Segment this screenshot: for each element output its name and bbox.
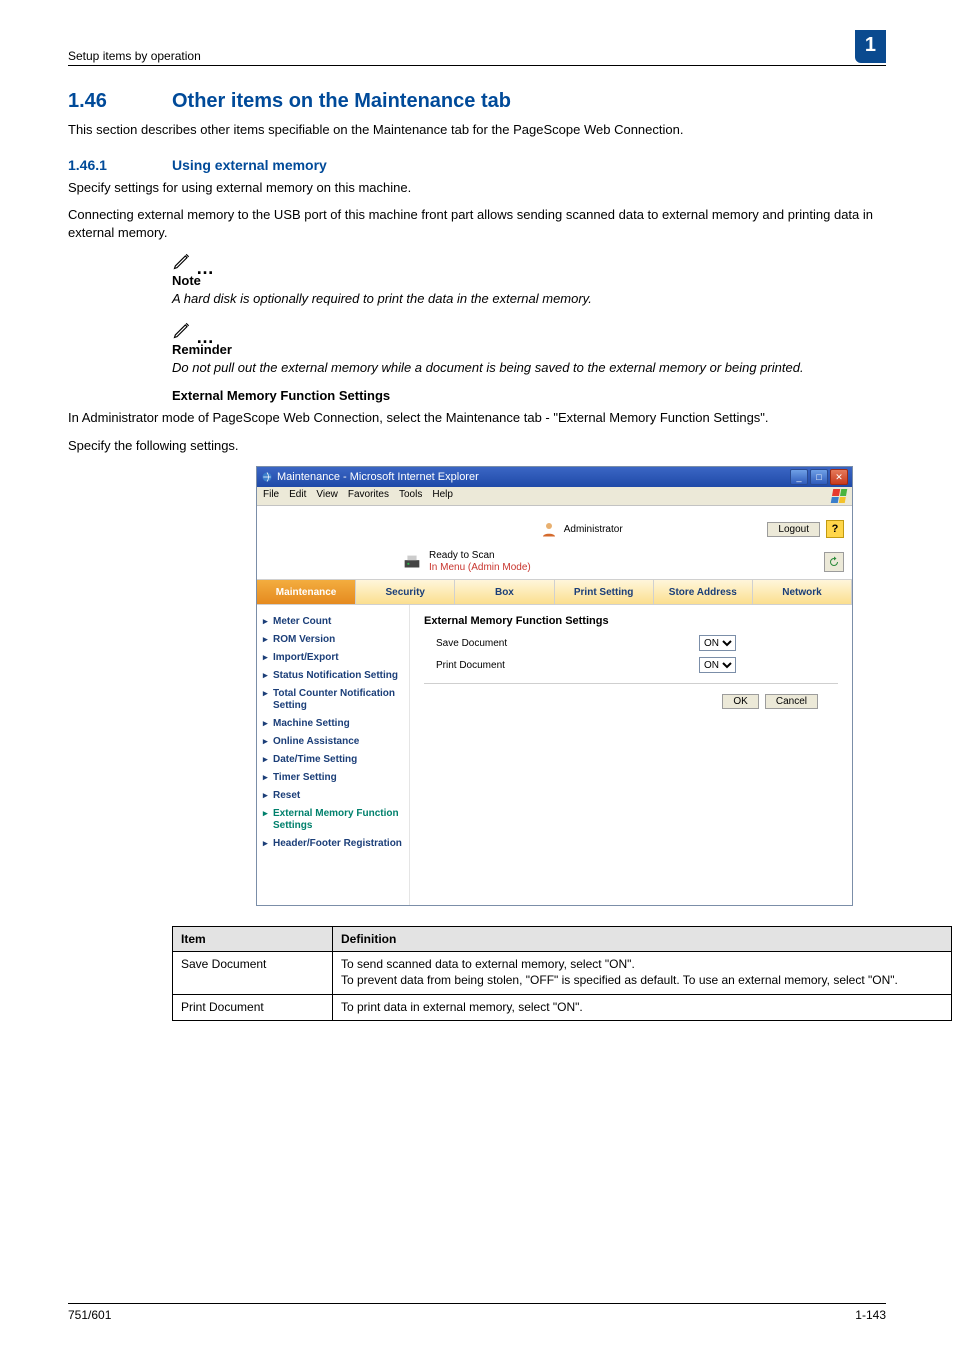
tab-network[interactable]: Network	[753, 580, 852, 604]
cancel-button[interactable]: Cancel	[765, 694, 818, 709]
note-label: Note	[172, 273, 886, 288]
chapter-badge: 1	[855, 30, 886, 63]
save-document-select[interactable]: ON	[699, 635, 736, 651]
reminder-text: Do not pull out the external memory whil…	[172, 359, 886, 377]
menu-edit[interactable]: Edit	[289, 489, 306, 503]
subsection-p1: Specify settings for using external memo…	[68, 179, 886, 197]
table-cell-item: Print Document	[173, 994, 333, 1021]
close-button[interactable]: ✕	[830, 469, 848, 485]
status-mode-text: In Menu (Admin Mode)	[429, 562, 531, 574]
table-cell-definition: To send scanned data to external memory,…	[333, 952, 952, 994]
brand-logo-area	[265, 512, 395, 546]
table-cell-item: Save Document	[173, 952, 333, 994]
table-head-item: Item	[173, 927, 333, 952]
reminder-label: Reminder	[172, 342, 886, 357]
menu-file[interactable]: File	[263, 489, 279, 503]
sidebar-item[interactable]: Machine Setting	[263, 715, 403, 733]
settings-p1: In Administrator mode of PageScope Web C…	[68, 409, 886, 427]
windows-logo-icon	[831, 489, 847, 503]
breadcrumb: Setup items by operation	[68, 49, 201, 63]
browser-menubar[interactable]: File Edit View Favorites Tools Help	[257, 487, 852, 506]
tab-print-setting[interactable]: Print Setting	[555, 580, 654, 604]
printer-status-icon	[401, 551, 423, 573]
menu-help[interactable]: Help	[432, 489, 453, 503]
note-dots-icon: …	[196, 265, 216, 271]
sidebar-item[interactable]: Online Assistance	[263, 733, 403, 751]
note-dots-icon: …	[196, 334, 216, 340]
definition-table: Item Definition Save DocumentTo send sca…	[172, 926, 952, 1021]
subsection-title: Using external memory	[172, 157, 327, 173]
sidebar: Meter CountROM VersionImport/ExportStatu…	[257, 605, 410, 905]
window-title: Maintenance - Microsoft Internet Explore…	[277, 471, 479, 483]
tab-maintenance[interactable]: Maintenance	[257, 580, 356, 604]
footer-left: 751/601	[68, 1308, 111, 1322]
pencil-icon	[172, 251, 192, 271]
tab-security[interactable]: Security	[356, 580, 455, 604]
logout-button[interactable]: Logout	[767, 522, 820, 537]
section-intro: This section describes other items speci…	[68, 121, 886, 139]
tab-box[interactable]: Box	[455, 580, 554, 604]
settings-p2: Specify the following settings.	[68, 437, 886, 455]
tab-store-address[interactable]: Store Address	[654, 580, 753, 604]
status-ready-text: Ready to Scan	[429, 550, 495, 561]
sidebar-item[interactable]: Header/Footer Registration	[263, 835, 403, 853]
pencil-icon	[172, 320, 192, 340]
refresh-button[interactable]	[824, 552, 844, 572]
section-title: Other items on the Maintenance tab	[172, 90, 511, 113]
sidebar-item[interactable]: Timer Setting	[263, 769, 403, 787]
minimize-button[interactable]: _	[790, 469, 808, 485]
subsection-number: 1.46.1	[68, 157, 140, 173]
subsection-p2: Connecting external memory to the USB po…	[68, 206, 886, 241]
sidebar-item[interactable]: Total Counter Notification Setting	[263, 685, 403, 715]
sidebar-item[interactable]: Status Notification Setting	[263, 667, 403, 685]
menu-view[interactable]: View	[316, 489, 338, 503]
print-document-label: Print Document	[436, 660, 505, 671]
maximize-button[interactable]: □	[810, 469, 828, 485]
section-number: 1.46	[68, 90, 140, 113]
table-cell-definition: To print data in external memory, select…	[333, 994, 952, 1021]
sidebar-item[interactable]: ROM Version	[263, 631, 403, 649]
administrator-icon	[540, 520, 558, 538]
sidebar-item[interactable]: Import/Export	[263, 649, 403, 667]
table-row: Save DocumentTo send scanned data to ext…	[173, 952, 952, 994]
sidebar-item[interactable]: Meter Count	[263, 613, 403, 631]
mode-label: Administrator	[564, 524, 623, 535]
sidebar-item[interactable]: External Memory Function Settings	[263, 805, 403, 835]
settings-subhead: External Memory Function Settings	[172, 388, 886, 403]
sidebar-item[interactable]: Reset	[263, 787, 403, 805]
note-text: A hard disk is optionally required to pr…	[172, 290, 886, 308]
save-document-label: Save Document	[436, 638, 507, 649]
ok-button[interactable]: OK	[722, 694, 758, 709]
table-row: Print DocumentTo print data in external …	[173, 994, 952, 1021]
panel-title: External Memory Function Settings	[424, 615, 838, 627]
footer-right: 1-143	[855, 1308, 886, 1322]
sidebar-item[interactable]: Date/Time Setting	[263, 751, 403, 769]
print-document-select[interactable]: ON	[699, 657, 736, 673]
ie-icon	[261, 471, 273, 483]
help-button[interactable]: ?	[826, 520, 844, 538]
menu-tools[interactable]: Tools	[399, 489, 422, 503]
screenshot-window: Maintenance - Microsoft Internet Explore…	[256, 466, 853, 906]
menu-favorites[interactable]: Favorites	[348, 489, 389, 503]
table-head-definition: Definition	[333, 927, 952, 952]
